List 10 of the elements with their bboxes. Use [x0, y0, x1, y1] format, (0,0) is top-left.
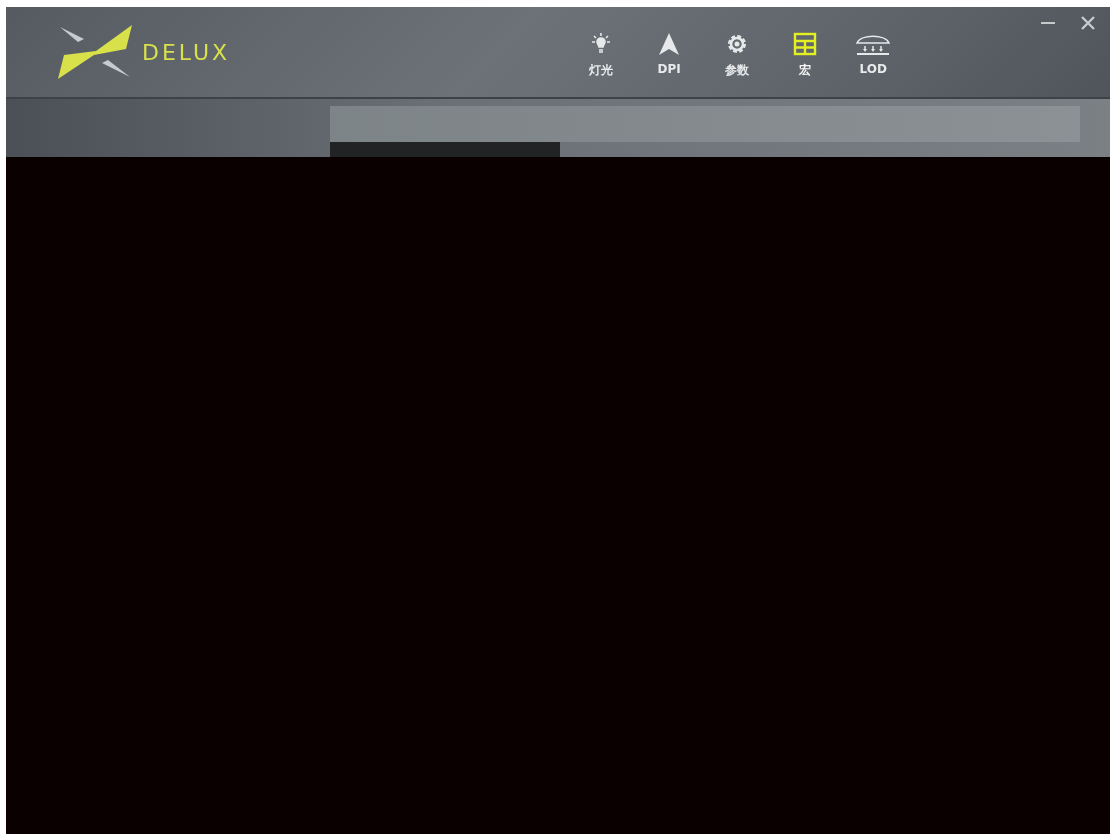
- nav-tab[interactable]: 灯光: [580, 31, 623, 79]
- close-icon: [1080, 15, 1096, 31]
- grid-icon: [793, 31, 818, 56]
- nav-tab[interactable]: 宏: [784, 31, 827, 79]
- arrow-icon: [657, 31, 682, 56]
- nav-tab[interactable]: LOD: [852, 31, 895, 79]
- nav-tab[interactable]: 参数: [716, 31, 759, 79]
- nav-tab[interactable]: DPI: [648, 31, 691, 79]
- minimize-icon: [1041, 22, 1055, 24]
- brand-name: DELUX: [142, 39, 231, 65]
